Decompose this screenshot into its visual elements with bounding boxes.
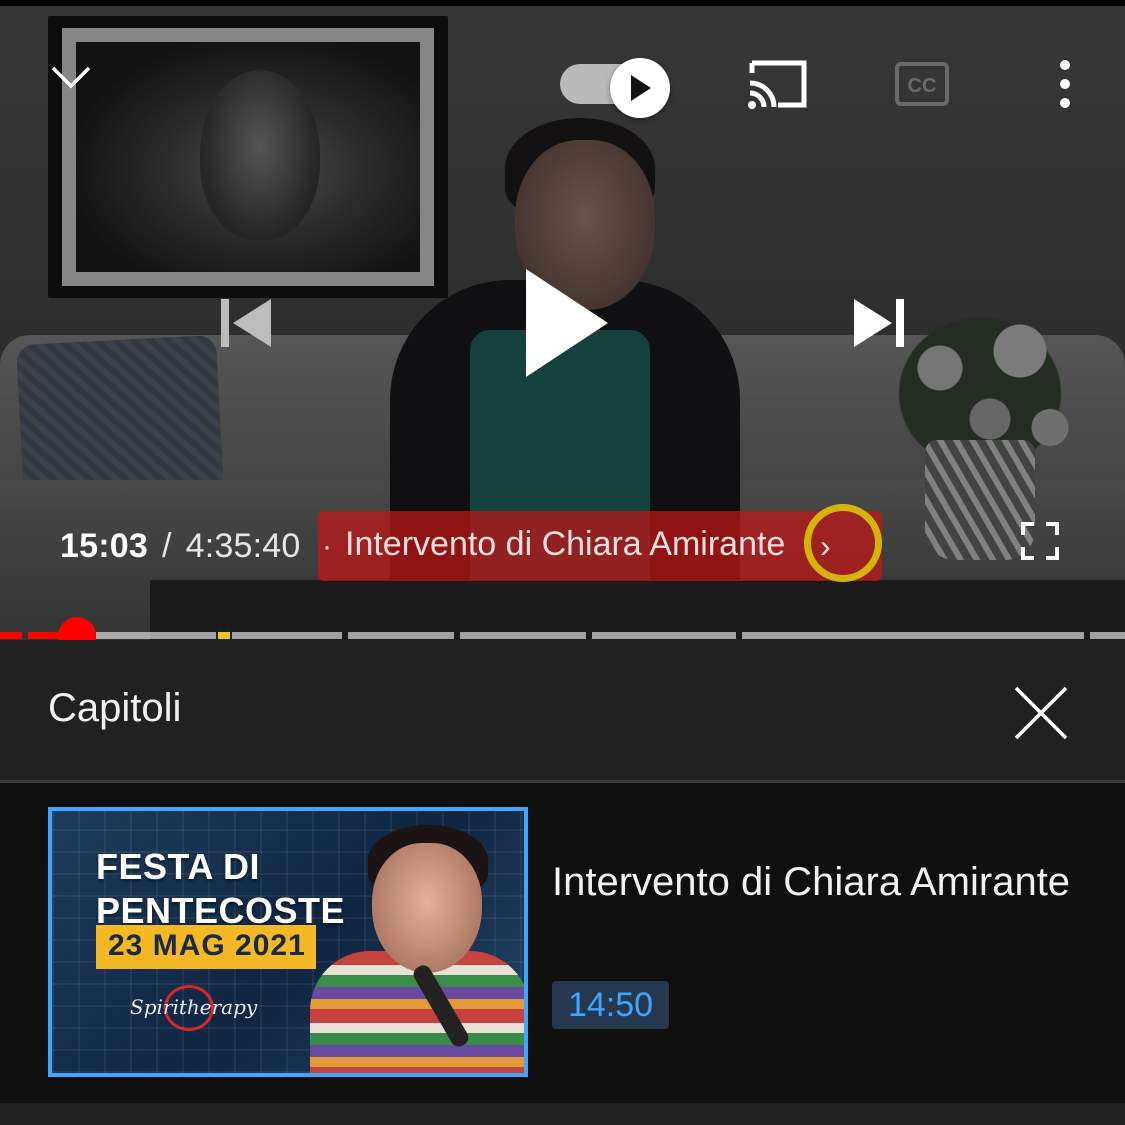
- chevron-down-icon[interactable]: [40, 50, 102, 106]
- chapter-separator: ·: [322, 530, 332, 563]
- autoplay-toggle[interactable]: [560, 58, 672, 118]
- svg-text:CC: CC: [908, 75, 937, 97]
- thumbnail-title: FESTA DI PENTECOSTE: [96, 846, 346, 931]
- highlight-ring: [804, 504, 882, 582]
- skip-next-icon[interactable]: [845, 288, 915, 358]
- thumbnail-logo: Spiritherapy: [130, 995, 258, 1019]
- current-time: 15:03: [60, 526, 148, 565]
- thumbnail-date: 23 MAG 2021: [108, 929, 306, 962]
- progress-bar[interactable]: [0, 632, 1125, 640]
- skip-previous-icon[interactable]: [210, 288, 280, 358]
- play-icon[interactable]: [505, 255, 625, 390]
- video-player[interactable]: CC 15:03 / 4:35:40 · Intervento di Chiar…: [0, 0, 1125, 640]
- close-icon[interactable]: [1010, 682, 1072, 744]
- play-icon: [610, 58, 670, 118]
- total-duration: 4:35:40: [185, 526, 301, 565]
- chapter-item-title[interactable]: Intervento di Chiara Amirante: [552, 858, 1072, 906]
- panel-title: Capitoli: [48, 686, 182, 730]
- time-separator: /: [161, 526, 172, 565]
- chapter-timestamp[interactable]: 14:50: [552, 981, 669, 1029]
- current-chapter-title[interactable]: Intervento di Chiara Amirante: [345, 525, 813, 564]
- time-display: 15:03 / 4:35:40: [60, 522, 300, 570]
- closed-captions-icon[interactable]: CC: [890, 58, 954, 110]
- chapter-thumbnail[interactable]: FESTA DI PENTECOSTE 23 MAG 2021 Spirithe…: [48, 807, 528, 1077]
- cast-icon[interactable]: [740, 54, 814, 114]
- chapter-marker: [218, 632, 230, 639]
- panel-footer: [0, 1103, 1125, 1125]
- more-vert-icon[interactable]: [1045, 54, 1085, 114]
- fullscreen-icon[interactable]: [1015, 515, 1065, 567]
